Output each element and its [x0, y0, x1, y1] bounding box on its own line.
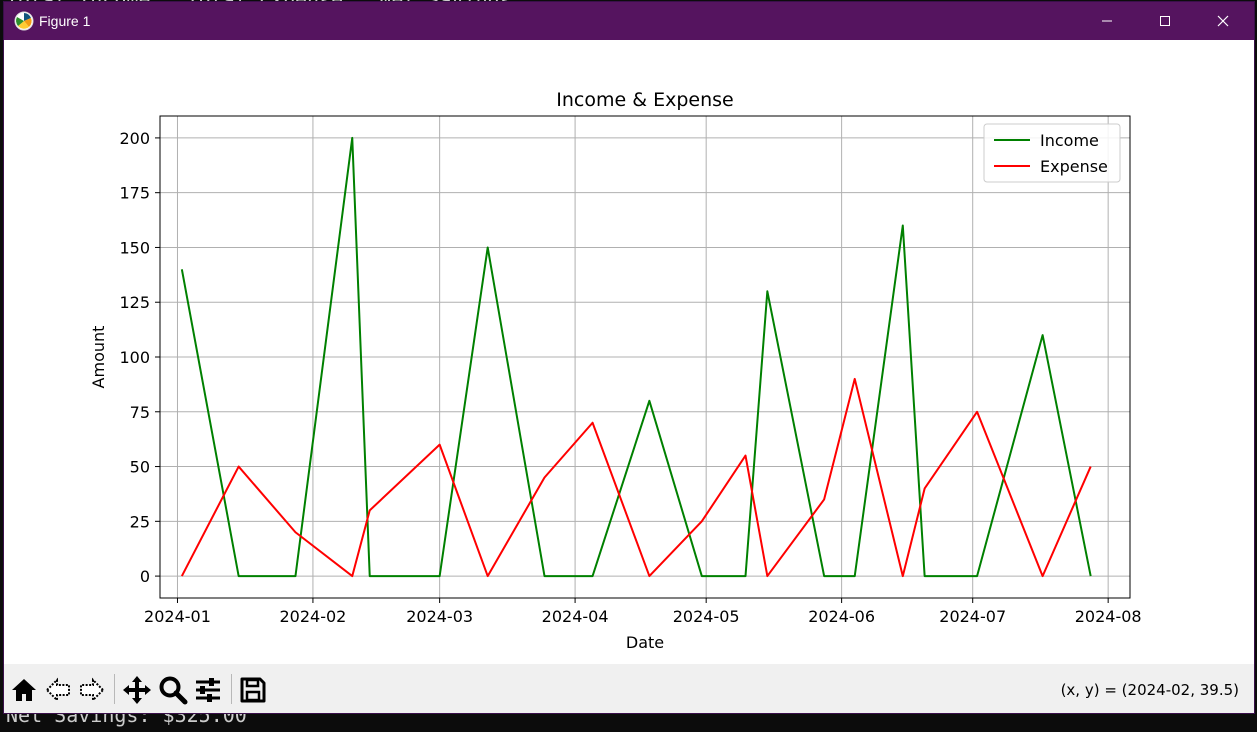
- y-tick-label: 125: [119, 293, 150, 312]
- maximize-icon: [1160, 16, 1170, 26]
- configure-subplots-button[interactable]: [192, 674, 224, 706]
- legend: Income Expense: [983, 123, 1121, 183]
- back-button[interactable]: [42, 674, 74, 706]
- toolbar-separator: [114, 674, 115, 704]
- toolbar-separator: [231, 674, 232, 704]
- grid: [160, 116, 1130, 598]
- y-tick-label: 75: [130, 403, 150, 422]
- matplotlib-icon: [14, 11, 34, 31]
- legend-label-expense: Expense: [1040, 157, 1108, 176]
- minimize-icon: [1102, 20, 1112, 22]
- arrow-right-icon: [80, 677, 105, 703]
- y-tick-label: 50: [130, 458, 150, 477]
- y-tick-label: 25: [130, 512, 150, 531]
- x-tick-label: 2024-08: [1075, 607, 1142, 626]
- x-tick-label: 2024-01: [144, 607, 211, 626]
- y-tick-label: 200: [119, 129, 150, 148]
- minimize-button[interactable]: [1078, 2, 1136, 40]
- cursor-coordinates: (x, y) = (2024-02, 39.5): [1060, 681, 1239, 699]
- save-button[interactable]: [237, 674, 269, 706]
- figure-canvas[interactable]: 2024-01 2024-02 2024-03 2024-04 2024-05 2024-…: [4, 40, 1254, 664]
- ticks: 2024-01 2024-02 2024-03 2024-04 2024-05 2024-…: [119, 129, 1141, 626]
- home-icon: [12, 679, 36, 701]
- y-tick-label: 0: [140, 567, 150, 586]
- move-icon: [123, 676, 151, 704]
- close-icon: [1217, 15, 1229, 27]
- legend-label-income: Income: [1040, 131, 1099, 150]
- arrow-left-icon: [45, 677, 70, 703]
- floppy-disk-icon: [240, 677, 266, 703]
- x-tick-label: 2024-04: [542, 607, 609, 626]
- x-tick-label: 2024-05: [673, 607, 740, 626]
- line-chart: 2024-01 2024-02 2024-03 2024-04 2024-05 2024-…: [89, 89, 1142, 652]
- chart-title: Income & Expense: [556, 89, 733, 111]
- figure-window: Figure 1 2024-01 2024-02 2024-03 2024-04 202…: [4, 2, 1254, 713]
- y-tick-label: 175: [119, 184, 150, 203]
- x-tick-label: 2024-02: [279, 607, 346, 626]
- y-axis-label: Amount: [89, 326, 108, 389]
- home-button[interactable]: [8, 674, 40, 706]
- forward-button[interactable]: [76, 674, 108, 706]
- y-tick-label: 150: [119, 238, 150, 257]
- x-tick-label: 2024-07: [939, 607, 1006, 626]
- pan-button[interactable]: [121, 674, 153, 706]
- x-axis-label: Date: [626, 633, 664, 652]
- x-tick-label: 2024-03: [406, 607, 473, 626]
- window-title: Figure 1: [39, 13, 91, 29]
- x-tick-label: 2024-06: [808, 607, 875, 626]
- titlebar[interactable]: Figure 1: [4, 2, 1254, 40]
- sliders-icon: [196, 678, 220, 702]
- zoom-button[interactable]: [157, 674, 189, 706]
- close-button[interactable]: [1194, 2, 1252, 40]
- navigation-toolbar: (x, y) = (2024-02, 39.5): [4, 664, 1254, 713]
- magnifier-icon: [159, 676, 188, 705]
- y-tick-label: 100: [119, 348, 150, 367]
- maximize-button[interactable]: [1136, 2, 1194, 40]
